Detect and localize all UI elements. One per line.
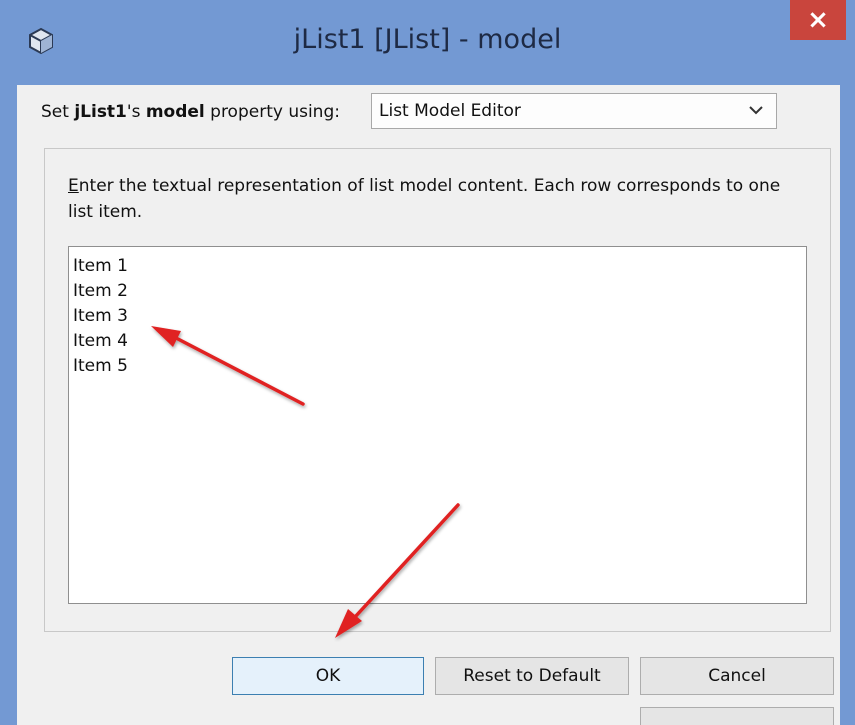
- close-icon: ×: [807, 5, 829, 35]
- property-editor-label: Set jList1's model property using:: [41, 95, 340, 129]
- description-text: nter the textual representation of list …: [68, 176, 781, 222]
- list-item: Item 2: [73, 281, 128, 301]
- label-prefix: Set: [41, 102, 75, 122]
- close-button[interactable]: ×: [790, 0, 846, 40]
- hidden-button-edge: [640, 707, 834, 725]
- list-model-editor-panel: Enter the textual representation of list…: [44, 148, 831, 632]
- ok-button[interactable]: OK: [232, 657, 424, 695]
- list-item: Item 1: [73, 256, 128, 276]
- window-title: jList1 [JList] - model: [293, 24, 562, 55]
- label-possessive: 's: [126, 102, 146, 122]
- property-editor-dropdown[interactable]: List Model Editor: [371, 93, 777, 129]
- cancel-button[interactable]: Cancel: [640, 657, 834, 695]
- list-item: Item 3: [73, 306, 128, 326]
- list-items-textarea[interactable]: Item 1 Item 2 Item 3 Item 4 Item 5: [68, 246, 807, 604]
- label-suffix: property using:: [204, 102, 340, 122]
- reset-to-default-button[interactable]: Reset to Default: [435, 657, 629, 695]
- list-item: Item 5: [73, 356, 128, 376]
- title-bar[interactable]: jList1 [JList] - model ×: [0, 0, 855, 85]
- mnemonic-letter: E: [68, 176, 79, 196]
- list-item: Item 4: [73, 331, 128, 351]
- dialog-window: jList1 [JList] - model × Set jList1's mo…: [0, 0, 855, 725]
- component-name: jList1: [74, 102, 127, 122]
- editor-description: Enter the textual representation of list…: [68, 173, 808, 225]
- chevron-down-icon[interactable]: [746, 94, 766, 128]
- property-name: model: [145, 102, 205, 122]
- dialog-content: Set jList1's model property using: List …: [17, 85, 840, 725]
- dropdown-selected-value: List Model Editor: [379, 101, 521, 121]
